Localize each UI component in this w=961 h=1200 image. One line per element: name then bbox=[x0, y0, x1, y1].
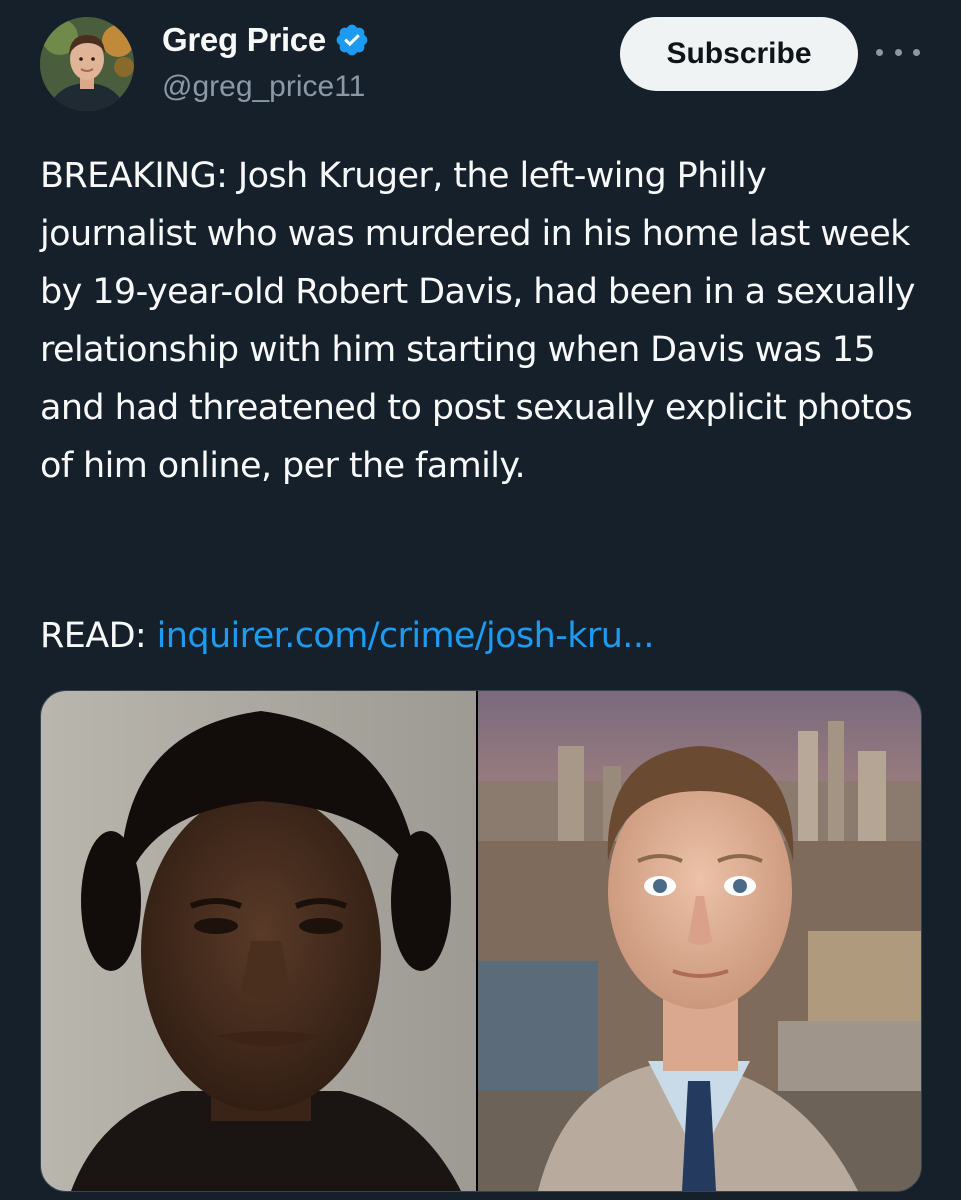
portrait-photo-city-skyline[interactable] bbox=[478, 691, 921, 1191]
article-link[interactable]: inquirer.com/crime/josh-kru... bbox=[157, 616, 655, 656]
media-grid[interactable] bbox=[40, 690, 922, 1192]
author-handle[interactable]: @greg_price11 bbox=[162, 70, 370, 104]
more-dot bbox=[876, 48, 883, 56]
tweet: Greg Price @greg_price11 Subscribe BREAK… bbox=[0, 0, 961, 1200]
more-options-icon[interactable] bbox=[876, 40, 920, 64]
read-line: READ: inquirer.com/crime/josh-kru... bbox=[40, 607, 654, 665]
avatar[interactable] bbox=[40, 17, 134, 111]
display-name[interactable]: Greg Price bbox=[162, 21, 326, 59]
author-name-row: Greg Price bbox=[162, 18, 370, 62]
author-block: Greg Price @greg_price11 bbox=[162, 18, 370, 104]
subscribe-button[interactable]: Subscribe bbox=[620, 17, 858, 91]
post-text: BREAKING: Josh Kruger, the left-wing Phi… bbox=[40, 156, 926, 486]
read-prefix: READ: bbox=[40, 616, 157, 656]
more-dot bbox=[913, 48, 920, 56]
verified-badge-icon[interactable] bbox=[334, 22, 370, 58]
more-dot bbox=[894, 48, 902, 56]
mugshot-photo[interactable] bbox=[41, 691, 476, 1191]
